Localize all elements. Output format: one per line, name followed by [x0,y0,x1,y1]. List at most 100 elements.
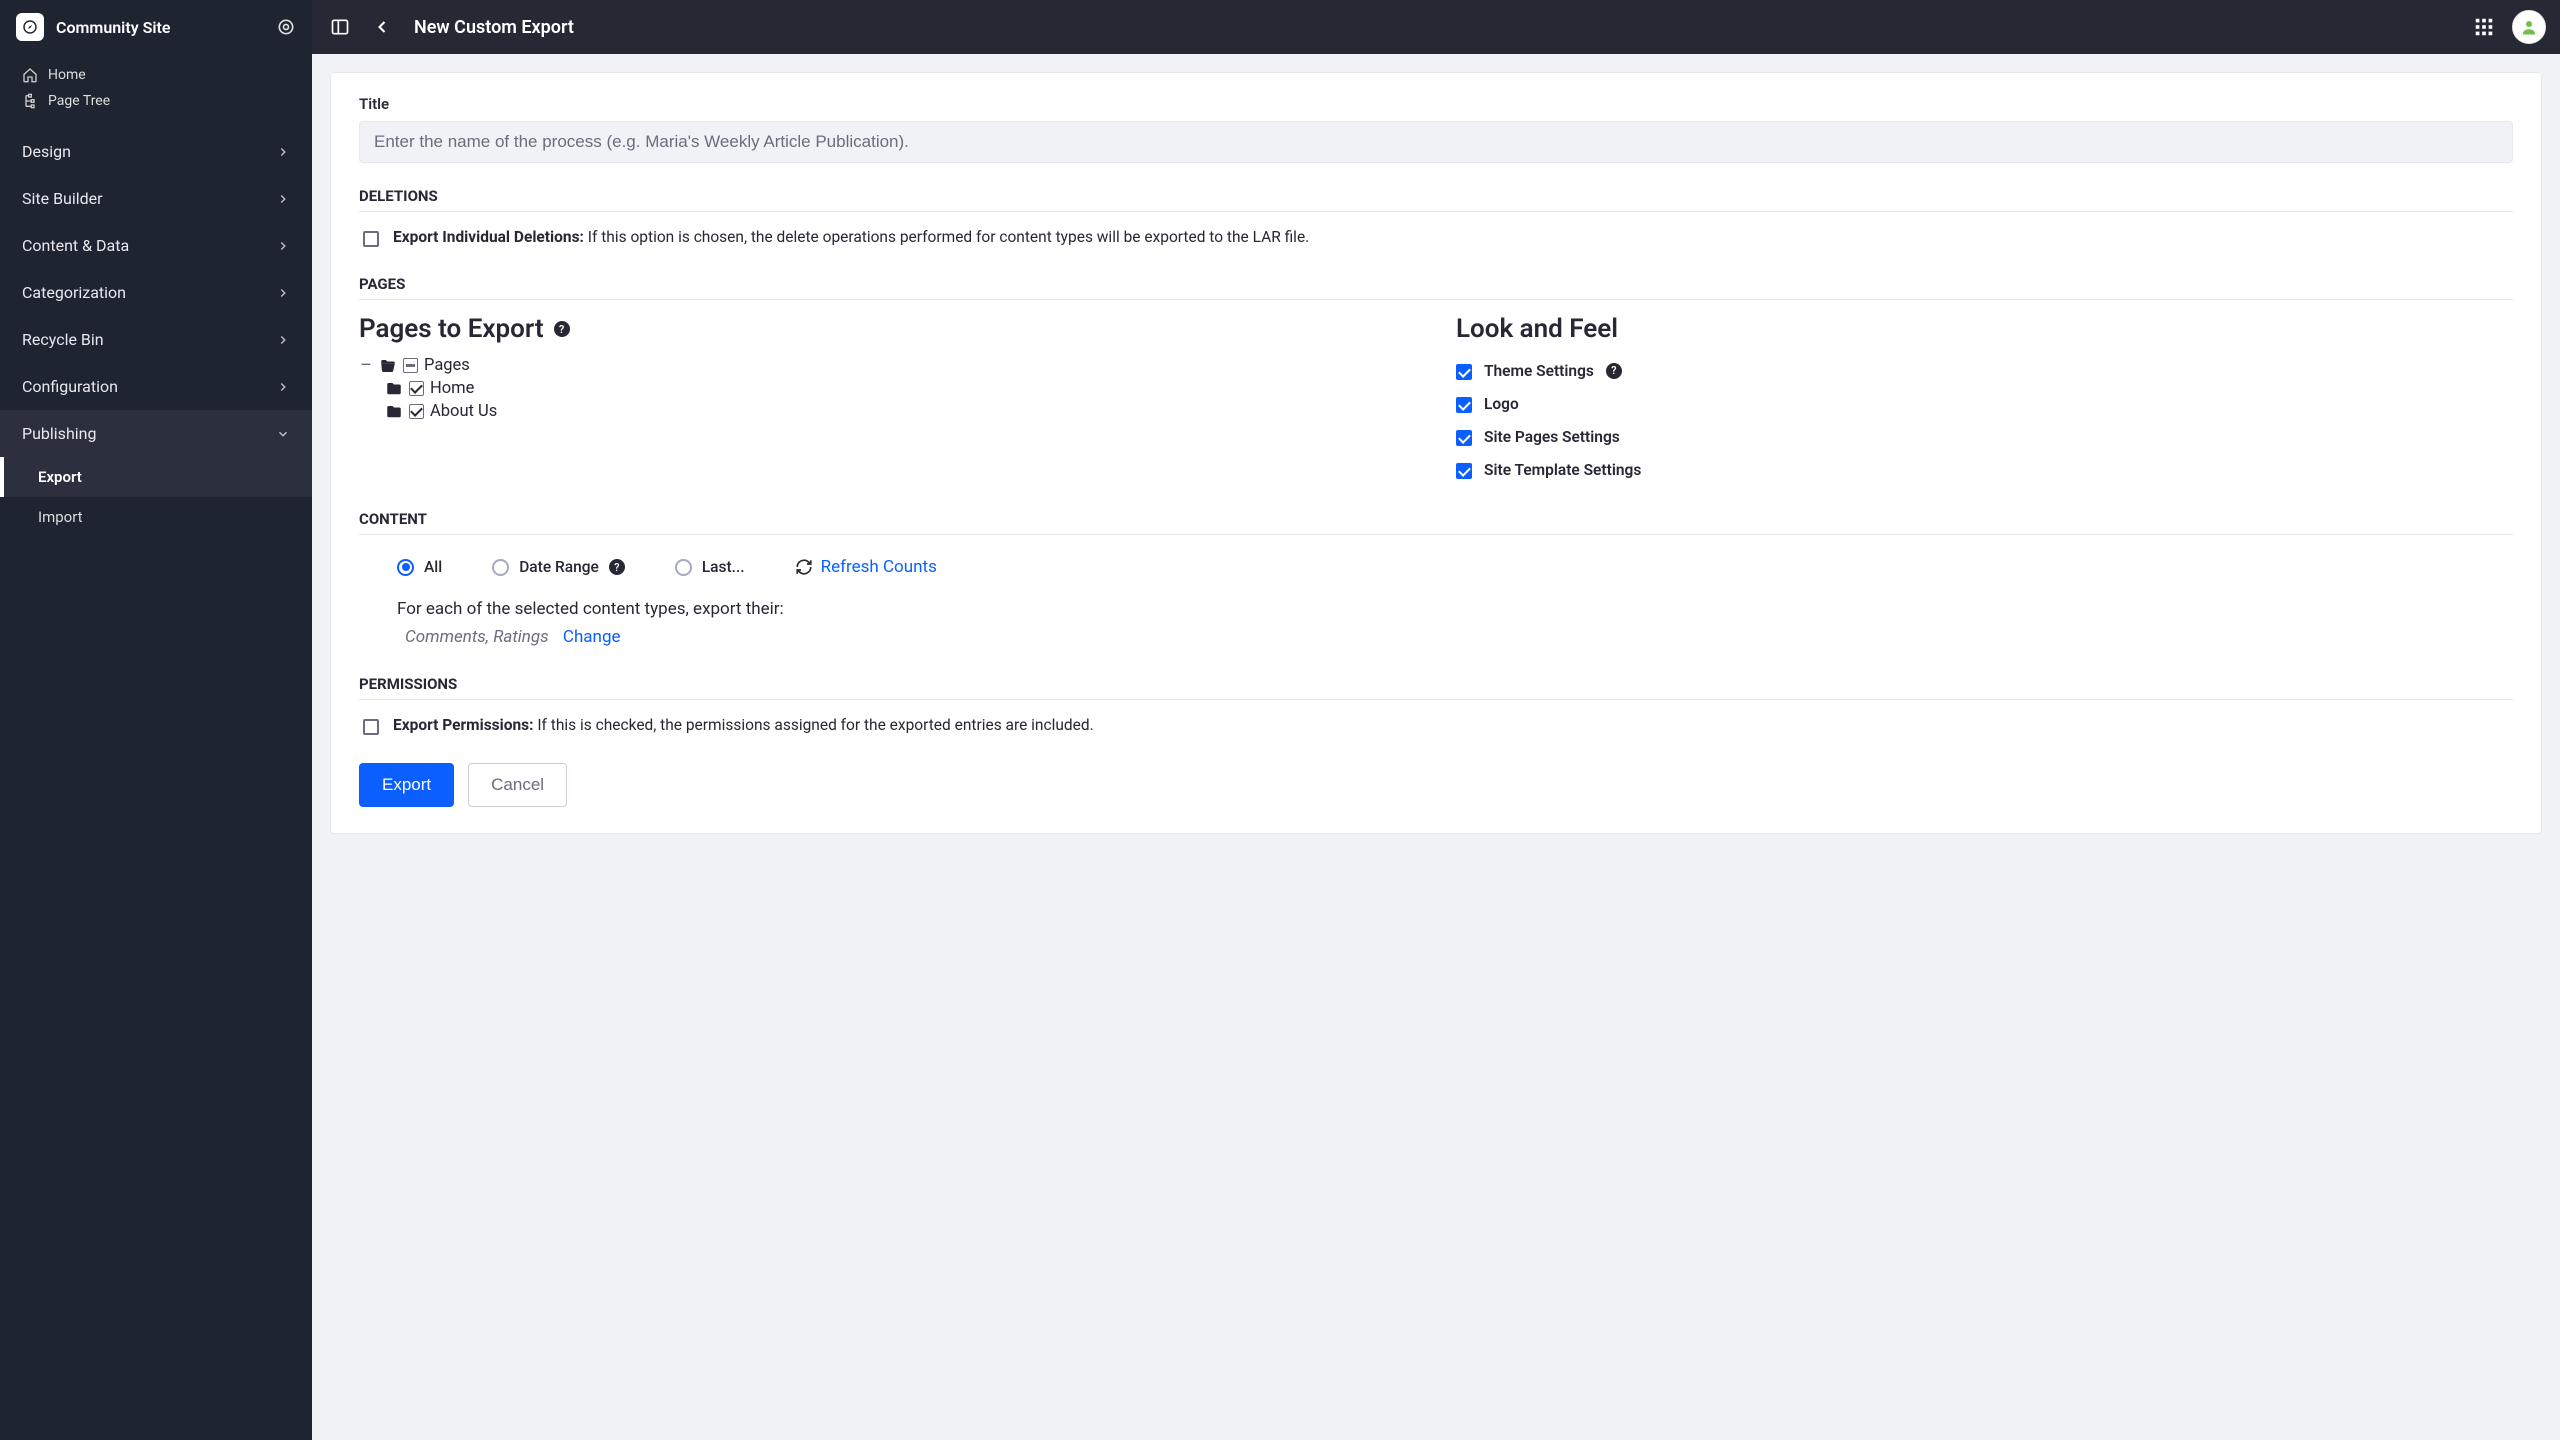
site-logo[interactable] [16,13,44,41]
tree-label[interactable]: About Us [430,402,497,421]
apps-grid-icon [2473,16,2495,38]
publishing-subitems: Export Import [0,457,312,537]
sidebar-link-pagetree[interactable]: Page Tree [0,88,312,114]
refresh-icon [795,558,813,576]
chevron-right-icon [276,333,290,347]
look-row: Site Pages Settings [1456,420,2513,453]
look-row: Theme Settings ? [1456,354,2513,387]
sidebar-quicklinks: Home Page Tree [0,54,312,122]
content-selections: Comments, Ratings [405,627,549,647]
title-input[interactable] [359,121,2513,163]
help-icon[interactable]: ? [1606,363,1622,379]
help-icon[interactable]: ? [609,559,625,575]
pages-export-heading: Pages to Export ? [359,314,1416,344]
tree-row-root: – Pages [359,354,1416,377]
change-link[interactable]: Change [563,627,621,647]
sidebar-section-categorization[interactable]: Categorization [0,269,312,316]
tree-checkbox-about[interactable] [409,404,424,419]
sidebar-section-sitebuilder[interactable]: Site Builder [0,175,312,222]
chevron-right-icon [276,286,290,300]
sidebar-section-contentdata[interactable]: Content & Data [0,222,312,269]
sidebar-section-recyclebin[interactable]: Recycle Bin [0,316,312,363]
back-button[interactable] [368,13,396,41]
content-heading: CONTENT [359,510,2513,535]
permissions-heading: PERMISSIONS [359,675,2513,700]
radio-all[interactable]: All [397,558,442,576]
tree-collapse-button[interactable]: – [359,357,373,375]
user-avatar[interactable] [2512,10,2546,44]
user-icon [2520,18,2538,36]
folder-open-icon [379,357,397,375]
chevron-right-icon [276,145,290,159]
look-label: Site Template Settings [1484,461,1641,479]
tree-root-label[interactable]: Pages [424,356,470,375]
compass-icon [22,19,38,35]
sidebar-link-label: Home [48,67,86,83]
permissions-row: Export Permissions: If this is checked, … [359,700,2513,739]
site-name[interactable]: Community Site [56,18,264,37]
chevron-right-icon [276,380,290,394]
sidebar: Community Site Home Page Tree Design Sit… [0,0,312,1440]
folder-icon [385,380,403,398]
home-icon [22,67,38,83]
look-row: Site Template Settings [1456,453,2513,486]
site-pages-settings-checkbox[interactable] [1456,430,1472,446]
sidebar-settings-button[interactable] [276,17,296,37]
main: Title DELETIONS Export Individual Deleti… [312,54,2560,1440]
deletions-label: Export Individual Deletions: [393,228,584,246]
chevron-down-icon [276,427,290,441]
sidebar-section-publishing[interactable]: Publishing [0,410,312,457]
look-label: Logo [1484,395,1519,413]
permissions-label: Export Permissions: [393,716,533,734]
tree-root-checkbox[interactable] [403,358,418,373]
sidebar-item-export[interactable]: Export [0,457,312,497]
chevron-right-icon [276,239,290,253]
sidebar-link-label: Page Tree [48,93,110,109]
pages-heading: PAGES [359,275,2513,300]
form-buttons: Export Cancel [359,763,2513,807]
tree-row: About Us [359,400,1416,423]
apps-button[interactable] [2470,13,2498,41]
radio-input[interactable] [397,559,414,576]
tree-row: Home [359,377,1416,400]
site-template-settings-checkbox[interactable] [1456,463,1472,479]
content-subtext: For each of the selected content types, … [359,581,2513,621]
sidebar-section-configuration[interactable]: Configuration [0,363,312,410]
permissions-desc: If this is checked, the permissions assi… [537,716,1093,734]
deletions-row: Export Individual Deletions: If this opt… [359,212,2513,251]
radio-last[interactable]: Last... [675,558,745,576]
target-icon [276,17,296,37]
radio-input[interactable] [492,559,509,576]
look-feel-heading: Look and Feel [1456,314,2513,344]
title-label: Title [359,95,2513,113]
chevron-left-icon [372,17,392,37]
refresh-counts-button[interactable]: Refresh Counts [795,557,937,577]
topbar: New Custom Export [312,0,2560,54]
content-selections-row: Comments, Ratings Change [359,621,2513,651]
export-deletions-checkbox[interactable] [363,231,379,247]
sidebar-item-import[interactable]: Import [0,497,312,537]
folder-icon [385,403,403,421]
export-permissions-checkbox[interactable] [363,719,379,735]
radio-input[interactable] [675,559,692,576]
panel-icon [330,17,350,37]
page-title: New Custom Export [414,17,574,38]
sidebar-section-design[interactable]: Design [0,128,312,175]
tree-checkbox-home[interactable] [409,381,424,396]
logo-checkbox[interactable] [1456,397,1472,413]
toggle-sidebar-button[interactable] [326,13,354,41]
look-label: Site Pages Settings [1484,428,1620,446]
cancel-button[interactable]: Cancel [468,763,567,807]
help-icon[interactable]: ? [554,321,570,337]
pages-export-col: Pages to Export ? – Pages Home [359,314,1416,486]
radio-daterange[interactable]: Date Range ? [492,558,625,576]
tree-label[interactable]: Home [430,379,474,398]
export-button[interactable]: Export [359,763,454,807]
look-feel-col: Look and Feel Theme Settings ? Logo Site… [1456,314,2513,486]
theme-settings-checkbox[interactable] [1456,364,1472,380]
sidebar-link-home[interactable]: Home [0,62,312,88]
look-label: Theme Settings [1484,362,1594,380]
sidebar-sections: Design Site Builder Content & Data Categ… [0,128,312,537]
pages-tree: – Pages Home About Us [359,354,1416,423]
tree-icon [22,93,38,109]
